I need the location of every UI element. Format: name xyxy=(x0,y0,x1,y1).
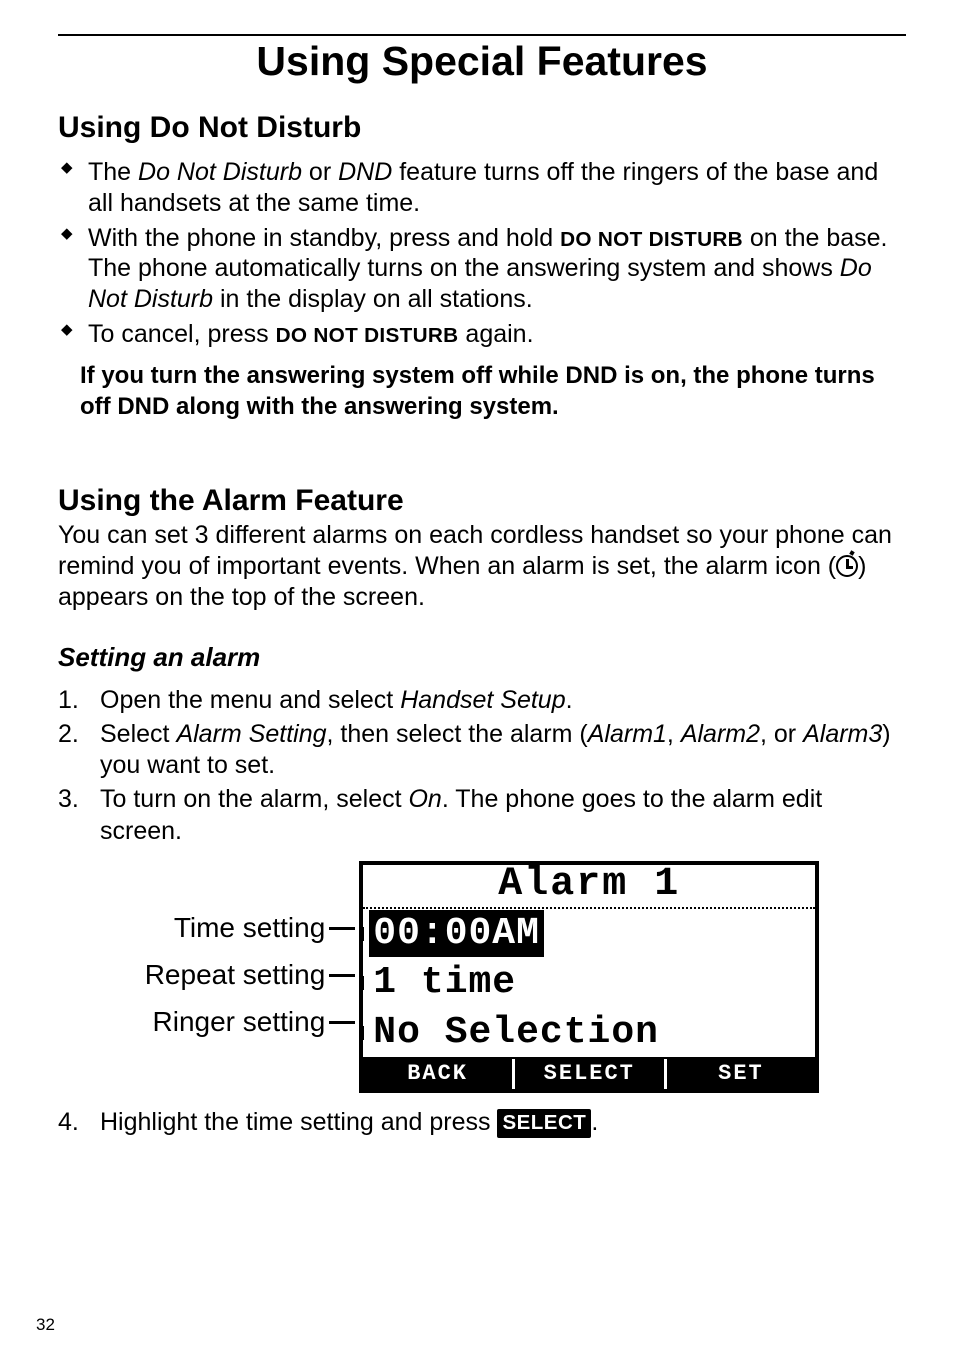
step-2: Select Alarm Setting, then select the al… xyxy=(58,719,906,782)
callout-time-setting: Time setting xyxy=(145,905,360,952)
text-italic: Handset Setup xyxy=(400,686,565,714)
text: . xyxy=(591,1108,598,1136)
dnd-bullet-3: To cancel, press DO NOT DISTURB again. xyxy=(58,319,906,350)
lcd-softkey-set: SET xyxy=(664,1059,816,1089)
text: again. xyxy=(458,320,533,348)
text: in the display on all stations. xyxy=(213,285,533,313)
text: Time setting xyxy=(174,914,325,942)
text: Highlight the time setting and press xyxy=(100,1108,497,1136)
alarm-intro: You can set 3 different alarms on each c… xyxy=(58,520,906,614)
text: Open the menu and select xyxy=(100,686,400,714)
button-label-ref: DO NOT DISTURB xyxy=(276,324,459,347)
select-key-pill: SELECT xyxy=(497,1109,591,1138)
alarm-steps: Open the menu and select Handset Setup. … xyxy=(58,685,906,847)
text: You can set 3 different alarms on each c… xyxy=(58,521,892,580)
text-italic: DND xyxy=(338,158,392,186)
alarm-clock-icon xyxy=(836,555,858,577)
callout-ringer-setting: Ringer setting xyxy=(145,999,360,1046)
text-italic: Alarm2 xyxy=(681,720,760,748)
dnd-bullet-2: With the phone in standby, press and hol… xyxy=(58,223,906,315)
text: Select xyxy=(100,720,176,748)
lcd-repeat-value: 1 time xyxy=(367,961,522,1004)
step-1: Open the menu and select Handset Setup. xyxy=(58,685,906,716)
setting-alarm-heading: Setting an alarm xyxy=(58,642,906,673)
text: Repeat setting xyxy=(145,961,326,989)
dnd-heading: Using Do Not Disturb xyxy=(58,111,906,145)
lcd-softkey-back: BACK xyxy=(363,1059,512,1089)
button-label-ref: DO NOT DISTURB xyxy=(560,228,743,251)
lcd-diagram: Time setting Repeat setting Ringer setti… xyxy=(58,861,906,1094)
dnd-note: If you turn the answering system off whi… xyxy=(80,360,900,422)
callout-repeat-setting: Repeat setting xyxy=(145,952,360,999)
text-italic: Alarm Setting xyxy=(176,720,326,748)
lcd-screen: Alarm 1 00:00AM 1 time No Selection BACK… xyxy=(359,861,819,1094)
text: The xyxy=(88,158,138,186)
text: , or xyxy=(760,720,803,748)
text: With the phone in standby, press and hol… xyxy=(88,224,560,252)
dnd-bullet-list: The Do Not Disturb or DND feature turns … xyxy=(58,157,906,350)
lcd-softkey-bar: BACK SELECT SET xyxy=(363,1057,815,1089)
alarm-steps-cont: Highlight the time setting and press SEL… xyxy=(58,1107,906,1138)
step-4: Highlight the time setting and press SEL… xyxy=(58,1107,906,1138)
text: , then select the alarm ( xyxy=(327,720,588,748)
text: , xyxy=(667,720,681,748)
text-italic: Alarm3 xyxy=(803,720,882,748)
text: . xyxy=(566,686,573,714)
lcd-callout-labels: Time setting Repeat setting Ringer setti… xyxy=(145,861,360,1094)
text: To cancel, press xyxy=(88,320,276,348)
page-number: 32 xyxy=(36,1315,55,1335)
alarm-heading: Using the Alarm Feature xyxy=(58,484,906,518)
lcd-time-value: 00:00AM xyxy=(369,910,544,958)
text: Ringer setting xyxy=(153,1008,326,1036)
text: or xyxy=(302,158,338,186)
lcd-screen-title: Alarm 1 xyxy=(363,865,815,909)
step-3: To turn on the alarm, select On. The pho… xyxy=(58,784,906,847)
page-title: Using Special Features xyxy=(58,38,906,85)
text: To turn on the alarm, select xyxy=(100,785,408,813)
text-italic: Do Not Disturb xyxy=(138,158,302,186)
horizontal-rule xyxy=(58,34,906,36)
dnd-bullet-1: The Do Not Disturb or DND feature turns … xyxy=(58,157,906,219)
lcd-softkey-select: SELECT xyxy=(512,1059,664,1089)
text-italic: Alarm1 xyxy=(588,720,667,748)
lcd-ringer-value: No Selection xyxy=(367,1011,665,1054)
text-italic: On xyxy=(408,785,441,813)
